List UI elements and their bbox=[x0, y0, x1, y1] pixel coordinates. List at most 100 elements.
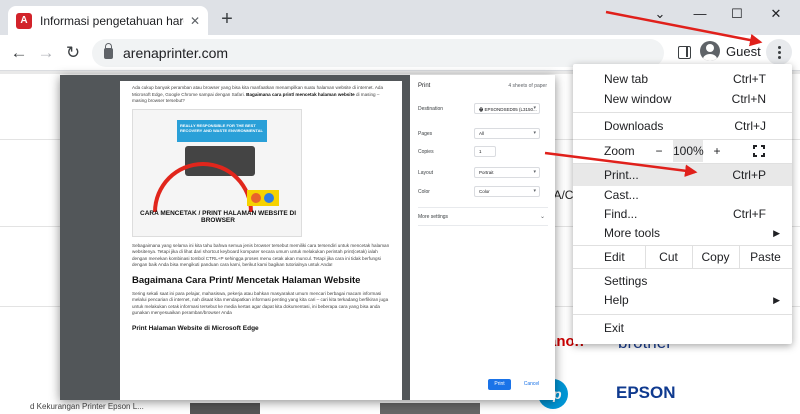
back-arrow-icon[interactable]: ← bbox=[8, 42, 30, 64]
tab-strip: A Informasi pengetahuan harga sp... ✕ + … bbox=[0, 0, 800, 35]
kebab-dot-icon bbox=[777, 50, 781, 54]
address-bar[interactable]: arenaprinter.com bbox=[92, 39, 664, 67]
menu-item-shortcut: Ctrl+J bbox=[734, 119, 766, 133]
printer-thumbnail[interactable] bbox=[190, 403, 260, 414]
print-preview: Ada cukup banyak peramban atau browser y… bbox=[60, 75, 410, 400]
print-dialog: Ada cukup banyak peramban atau browser y… bbox=[60, 75, 555, 400]
layout-value: Portrait bbox=[479, 170, 494, 175]
guest-avatar-icon bbox=[700, 41, 720, 61]
kebab-dot-icon bbox=[777, 55, 781, 59]
side-panel-icon[interactable] bbox=[678, 46, 691, 59]
menu-item-label: Exit bbox=[604, 321, 625, 335]
pages-label: Pages bbox=[418, 131, 433, 137]
submenu-arrow-icon: ▶ bbox=[773, 295, 780, 305]
print-title: Print bbox=[418, 83, 431, 89]
preview-paragraph-2: Sering sekali saat ini para pelajar, mah… bbox=[132, 290, 389, 316]
preview-intro: Ada cukup banyak peramban atau browser y… bbox=[120, 85, 402, 105]
menu-zoom-row: Zoom − 100% + bbox=[573, 140, 792, 162]
preview-banner: REALLY RESPONSIBLE FOR THE BEST RECOVERY… bbox=[177, 119, 267, 142]
menu-item-new-tab[interactable]: New tab Ctrl+T bbox=[573, 68, 792, 90]
settings-divider bbox=[418, 225, 548, 226]
dropdown-arrow-icon: ▾ bbox=[533, 188, 536, 194]
forward-arrow-icon[interactable]: → bbox=[35, 42, 57, 64]
menu-item-label: Find... bbox=[604, 207, 638, 221]
menu-item-print[interactable]: Print... Ctrl+P bbox=[573, 164, 792, 186]
url-text[interactable]: arenaprinter.com bbox=[123, 45, 228, 61]
chrome-menu-button[interactable] bbox=[766, 39, 792, 65]
menu-item-downloads[interactable]: Downloads Ctrl+J bbox=[573, 115, 792, 137]
pages-select[interactable]: All ▾ bbox=[474, 128, 540, 139]
preview-paragraph-1: Sebagaimana yang selama ini kita tahu ba… bbox=[132, 242, 390, 268]
profile-label: Guest bbox=[726, 43, 761, 59]
menu-item-shortcut: Ctrl+N bbox=[731, 92, 766, 106]
paste-button[interactable]: Paste bbox=[739, 246, 792, 268]
tab-close-icon[interactable]: ✕ bbox=[190, 14, 200, 28]
print-button[interactable]: Print bbox=[488, 379, 511, 390]
layout-select[interactable]: Portrait ▾ bbox=[474, 167, 540, 178]
menu-item-label: Print... bbox=[604, 168, 639, 182]
tab-search-icon[interactable]: ⌄ bbox=[650, 6, 670, 22]
zoom-in-button[interactable]: + bbox=[703, 140, 731, 162]
dropdown-arrow-icon: ▾ bbox=[533, 105, 536, 111]
browser-logos-icon bbox=[247, 189, 279, 206]
menu-separator bbox=[573, 112, 792, 113]
edit-label: Edit bbox=[604, 250, 625, 264]
site-favicon-icon: A bbox=[16, 12, 32, 29]
dropdown-arrow-icon: ▾ bbox=[533, 130, 536, 136]
tab-title: Informasi pengetahuan harga sp... bbox=[40, 13, 184, 28]
more-settings-toggle[interactable]: More settings bbox=[418, 214, 448, 220]
menu-item-new-window[interactable]: New window Ctrl+N bbox=[573, 88, 792, 110]
color-select[interactable]: Color ▾ bbox=[474, 186, 540, 197]
fullscreen-icon[interactable] bbox=[753, 145, 765, 157]
reload-icon[interactable]: ↻ bbox=[62, 42, 84, 64]
chrome-main-menu: New tab Ctrl+T New window Ctrl+N Downloa… bbox=[573, 64, 792, 344]
printer-thumbnail[interactable] bbox=[380, 403, 480, 414]
kebab-dot-icon bbox=[777, 45, 781, 49]
menu-item-shortcut: Ctrl+P bbox=[732, 168, 766, 182]
active-tab[interactable]: A Informasi pengetahuan harga sp... ✕ bbox=[8, 6, 208, 35]
menu-item-more-tools[interactable]: More tools ▶ bbox=[573, 222, 792, 244]
destination-select[interactable]: 🖶 EPSONDSED05 (L3150... ▾ bbox=[474, 103, 540, 114]
print-settings-panel: Print 4 sheets of paper Destination 🖶 EP… bbox=[410, 75, 555, 400]
settings-divider bbox=[418, 207, 548, 208]
dropdown-arrow-icon: ▾ bbox=[533, 169, 536, 175]
cancel-button[interactable]: Cancel bbox=[520, 379, 543, 390]
zoom-label: Zoom bbox=[604, 144, 635, 158]
menu-item-help[interactable]: Help ▶ bbox=[573, 289, 792, 311]
menu-item-label: More tools bbox=[604, 226, 661, 240]
destination-value: EPSONDSED05 (L3150... bbox=[484, 107, 537, 112]
menu-separator bbox=[573, 268, 792, 269]
menu-item-label: Cast... bbox=[604, 188, 639, 202]
maximize-button[interactable]: ☐ bbox=[727, 6, 747, 22]
zoom-level: 100% bbox=[673, 140, 704, 162]
menu-item-exit[interactable]: Exit bbox=[573, 317, 792, 339]
menu-separator bbox=[573, 314, 792, 315]
cut-button[interactable]: Cut bbox=[645, 246, 692, 268]
menu-item-label: New tab bbox=[604, 72, 649, 86]
preview-image-caption: CARA MENCETAK / PRINT HALAMAN WEBSITE DI… bbox=[140, 209, 296, 224]
color-value: Color bbox=[479, 189, 490, 194]
new-tab-button[interactable]: + bbox=[216, 9, 238, 29]
expand-chevron-icon[interactable]: ⌄ bbox=[540, 213, 545, 220]
preview-subheading: Print Halaman Website di Microsoft Edge bbox=[132, 324, 259, 332]
zoom-out-button[interactable]: − bbox=[645, 140, 673, 162]
copy-button[interactable]: Copy bbox=[692, 246, 739, 268]
minimize-button[interactable]: — bbox=[690, 6, 710, 21]
epson-logo[interactable]: EPSON bbox=[616, 383, 676, 403]
preview-intro-bold: Bagaimana cara print/ mencetak halaman w… bbox=[246, 91, 355, 97]
article-caption: d Kekurangan Printer Epson L... bbox=[30, 402, 144, 411]
menu-item-label: New window bbox=[604, 92, 672, 106]
lock-icon[interactable] bbox=[104, 42, 113, 59]
menu-item-label: Settings bbox=[604, 274, 648, 288]
pages-value: All bbox=[479, 131, 485, 136]
browser-window: A Informasi pengetahuan harga sp... ✕ + … bbox=[0, 0, 800, 414]
copies-input[interactable]: 1 bbox=[474, 146, 496, 157]
preview-page: Ada cukup banyak peramban atau browser y… bbox=[120, 81, 402, 400]
menu-item-label: Help bbox=[604, 293, 629, 307]
layout-label: Layout bbox=[418, 170, 434, 176]
color-label: Color bbox=[418, 189, 430, 195]
destination-label: Destination bbox=[418, 106, 444, 112]
menu-item-label: Downloads bbox=[604, 119, 664, 133]
close-window-button[interactable]: ✕ bbox=[766, 6, 786, 22]
profile-button[interactable]: Guest bbox=[700, 41, 761, 61]
